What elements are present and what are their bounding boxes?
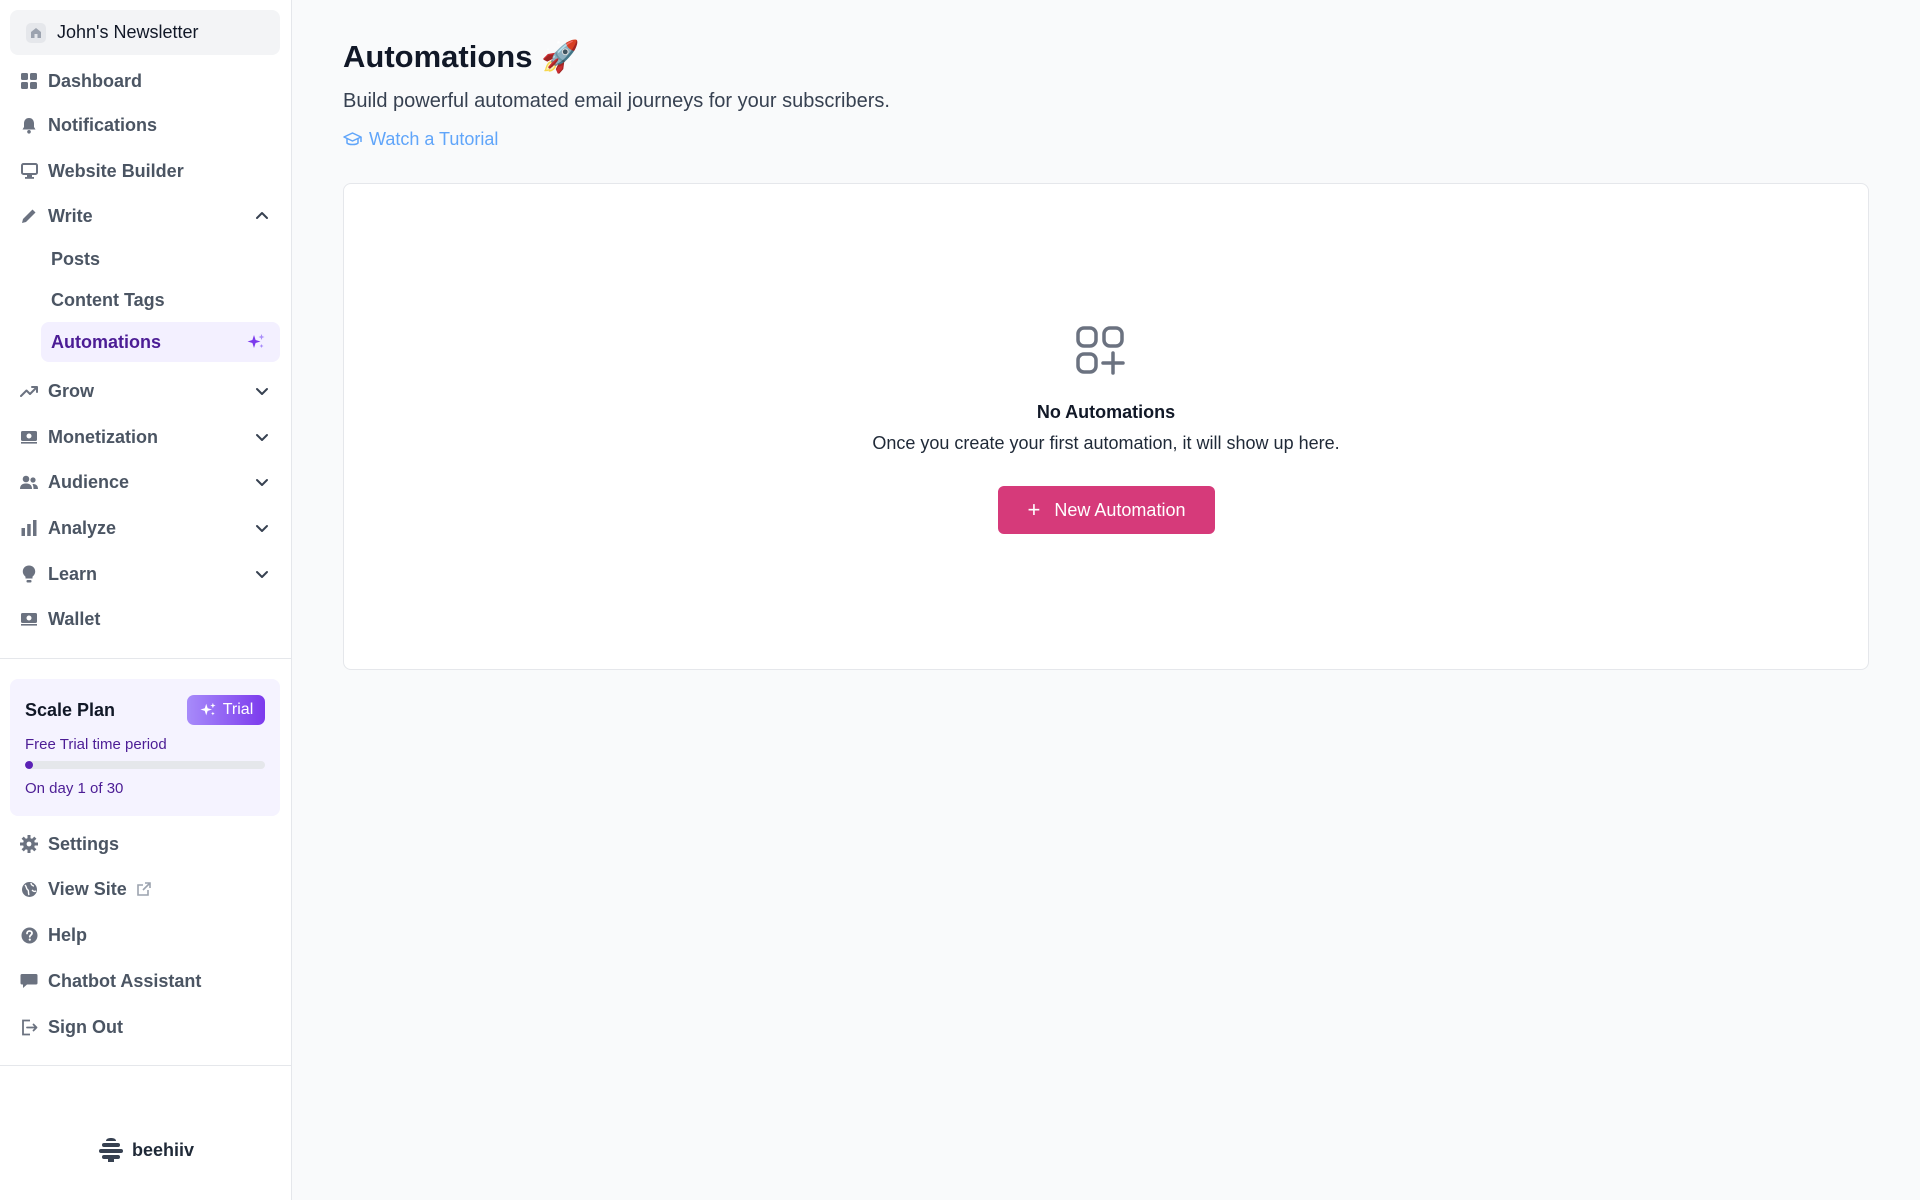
sidebar-item-grow[interactable]: Grow <box>10 371 280 411</box>
sidebar-item-automations[interactable]: Automations <box>41 322 280 362</box>
help-circle-icon <box>20 926 38 944</box>
users-icon <box>20 473 38 491</box>
sidebar-item-help[interactable]: Help <box>10 915 280 955</box>
sidebar-item-label: Notifications <box>48 114 158 135</box>
sidebar-item-notifications[interactable]: Notifications <box>10 105 280 145</box>
sidebar: John's Newsletter Dashboard Notification… <box>0 0 292 1200</box>
globe-icon <box>20 880 38 898</box>
watch-tutorial-link[interactable]: Watch a Tutorial <box>343 129 498 150</box>
gear-icon <box>20 835 38 853</box>
banknote-icon <box>20 428 38 446</box>
chevron-down-icon <box>256 388 268 395</box>
graduation-cap-icon <box>343 131 362 145</box>
sidebar-item-sign-out[interactable]: Sign Out <box>10 1007 280 1047</box>
apps-add-icon <box>1076 326 1125 375</box>
sidebar-item-wallet[interactable]: Wallet <box>10 599 280 639</box>
plus-icon: + <box>1027 497 1041 522</box>
external-link-icon <box>136 882 151 896</box>
trending-up-icon <box>20 382 38 400</box>
empty-state-card: No Automations Once you create your firs… <box>343 183 1869 670</box>
plan-day-text: On day 1 of 30 <box>25 780 124 797</box>
sidebar-item-label: Wallet <box>48 608 101 629</box>
sidebar-item-content-tags[interactable]: Content Tags <box>41 280 280 320</box>
main-content: Automations 🚀 Build powerful automated e… <box>293 0 1920 1200</box>
sidebar-item-label: Posts <box>51 248 101 269</box>
sidebar-item-label: Write <box>48 205 93 226</box>
sidebar-item-write[interactable]: Write <box>10 196 280 236</box>
page-title-text: Automations <box>343 39 533 74</box>
sidebar-item-label: Website Builder <box>48 160 184 181</box>
trial-progress-fill <box>25 761 33 769</box>
sidebar-item-label: View Site <box>48 878 127 899</box>
chevron-down-icon <box>256 571 268 578</box>
plan-name: Scale Plan <box>25 700 116 720</box>
watch-tutorial-label: Watch a Tutorial <box>369 129 499 149</box>
sidebar-item-label: Grow <box>48 380 95 401</box>
sidebar-item-posts[interactable]: Posts <box>41 239 280 279</box>
plan-card[interactable]: Scale Plan Trial Free Trial time period … <box>10 679 280 816</box>
chevron-up-icon <box>256 212 268 219</box>
sidebar-item-label: Analyze <box>48 517 117 538</box>
bell-icon <box>20 116 38 134</box>
sparkles-icon <box>247 334 265 348</box>
grid-icon <box>20 72 38 90</box>
sidebar-item-label: Content Tags <box>51 289 165 310</box>
trial-badge-label: Trial <box>222 701 254 718</box>
sidebar-item-learn[interactable]: Learn <box>10 554 280 594</box>
publication-switcher[interactable]: John's Newsletter <box>10 10 280 55</box>
sidebar-item-chatbot[interactable]: Chatbot Assistant <box>10 961 280 1001</box>
sidebar-item-monetization[interactable]: Monetization <box>10 417 280 457</box>
page-title: Automations 🚀 <box>343 38 580 75</box>
sparkles-icon <box>200 702 216 716</box>
trial-progress-bar <box>25 761 265 769</box>
empty-state-description: Once you create your first automation, i… <box>872 433 1340 453</box>
chevron-down-icon <box>256 479 268 486</box>
sidebar-item-analyze[interactable]: Analyze <box>10 508 280 548</box>
page-subtitle: Build powerful automated email journeys … <box>343 90 890 112</box>
plan-subtitle: Free Trial time period <box>25 736 167 753</box>
sidebar-item-label: Chatbot Assistant <box>48 970 202 991</box>
chat-bubble-icon <box>20 972 38 990</box>
publication-icon <box>26 22 46 43</box>
sidebar-item-label: Sign Out <box>48 1016 123 1037</box>
sidebar-item-dashboard[interactable]: Dashboard <box>10 61 280 101</box>
bar-chart-icon <box>20 519 38 537</box>
lightbulb-icon <box>20 565 38 583</box>
sidebar-item-label: Settings <box>48 833 120 854</box>
publication-name: John's Newsletter <box>57 22 199 42</box>
sidebar-item-audience[interactable]: Audience <box>10 462 280 502</box>
beehiiv-logo-icon <box>98 1138 123 1162</box>
sidebar-item-label: Monetization <box>48 426 158 447</box>
monitor-icon <box>20 162 38 180</box>
sidebar-item-label: Audience <box>48 471 130 492</box>
brand-logo[interactable]: beehiiv <box>0 1138 292 1162</box>
sidebar-item-label: Help <box>48 924 88 945</box>
brand-name: beehiiv <box>131 1139 195 1160</box>
sign-out-icon <box>20 1018 38 1036</box>
empty-state-title: No Automations <box>1036 402 1176 422</box>
pencil-icon <box>20 207 38 225</box>
chevron-down-icon <box>256 434 268 441</box>
sidebar-item-view-site[interactable]: View Site <box>10 869 280 909</box>
new-automation-label: New Automation <box>1054 499 1186 520</box>
rocket-emoji: 🚀 <box>541 39 580 74</box>
new-automation-button[interactable]: + New Automation <box>998 486 1215 534</box>
wallet-icon <box>20 610 38 628</box>
sidebar-item-label: Learn <box>48 563 98 584</box>
chevron-down-icon <box>256 525 268 532</box>
sidebar-divider <box>0 658 292 659</box>
sidebar-item-website-builder[interactable]: Website Builder <box>10 151 280 191</box>
sidebar-item-settings[interactable]: Settings <box>10 824 280 864</box>
sidebar-divider <box>0 1065 292 1066</box>
trial-badge[interactable]: Trial <box>187 695 265 725</box>
sidebar-item-label: Automations <box>51 331 161 352</box>
sidebar-item-label: Dashboard <box>48 70 143 91</box>
